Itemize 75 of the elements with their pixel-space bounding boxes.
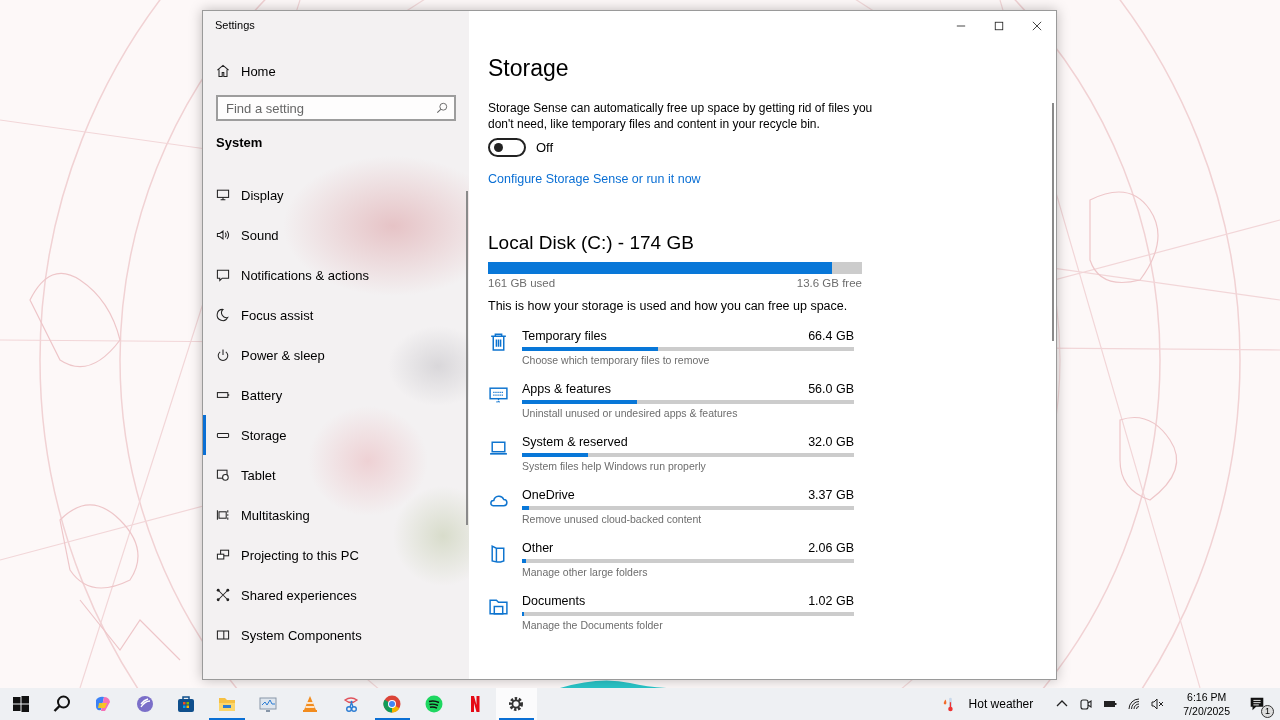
browser-icon	[382, 694, 403, 714]
moon-icon	[215, 307, 231, 323]
music-app-icon	[423, 694, 444, 714]
weather-label[interactable]: Hot weather	[968, 697, 1034, 711]
used-label: 161 GB used	[488, 277, 556, 289]
configure-link[interactable]: Configure Storage Sense or run it now	[488, 172, 701, 186]
camera-icon[interactable]	[1079, 697, 1094, 711]
disk-title: Local Disk (C:) - 174 GB	[488, 232, 695, 254]
keyboard-monitor-icon	[488, 384, 509, 405]
share-icon	[215, 587, 231, 603]
taskbar-button[interactable]	[495, 688, 537, 720]
description: Storage Sense can automatically free up space by getting rid of files you don't need, like temporary files and content in your recycle bin.	[488, 100, 873, 132]
nav-item[interactable]: Notifications & actions	[203, 255, 469, 295]
nav-item[interactable]: System Components	[203, 615, 469, 655]
search-icon	[51, 694, 72, 714]
free-label: 13.6 GB free	[796, 277, 862, 289]
nav-item[interactable]: Tablet	[203, 455, 469, 495]
scrollbar[interactable]	[1052, 103, 1054, 341]
wifi-icon[interactable]	[1127, 697, 1142, 711]
monitor-icon	[215, 187, 231, 203]
folder-icon	[488, 596, 509, 617]
category-name[interactable]: Apps & features	[522, 382, 611, 396]
category-hint: Manage other large folders	[522, 566, 649, 578]
nav-item[interactable]: Projecting to this PC	[203, 535, 469, 575]
scrollbar[interactable]	[466, 191, 468, 525]
notification-badge: 1	[1261, 705, 1274, 718]
nav-item[interactable]: Focus assist	[203, 295, 469, 335]
maximize-icon[interactable]	[994, 21, 1004, 31]
component-icon	[215, 627, 231, 643]
nav-item[interactable]: Shared experiences	[203, 575, 469, 615]
category-size: 3.37 GB	[808, 488, 854, 502]
power-icon	[215, 347, 231, 363]
nav-item[interactable]: Sound	[203, 215, 469, 255]
nav-item[interactable]: Display	[203, 175, 469, 215]
category-size: 56.0 GB	[808, 382, 854, 396]
clock[interactable]: 6:16 PM 7/20/2025	[1183, 690, 1230, 718]
store-bag-icon	[175, 694, 196, 714]
nav-item[interactable]: Power & sleep	[203, 335, 469, 375]
start-icon	[10, 694, 31, 714]
category-size: 66.4 GB	[808, 329, 854, 343]
category-name[interactable]: Documents	[522, 594, 586, 608]
category-hint: Manage the Documents folder	[522, 619, 664, 631]
muted-speaker-icon[interactable]	[1151, 697, 1166, 711]
home-link[interactable]: Home	[215, 53, 276, 89]
monitor-chart-icon	[258, 694, 279, 714]
speaker-icon	[215, 227, 231, 243]
search-field[interactable]: Find a setting	[216, 95, 456, 121]
category-hint: Remove unused cloud-backed content	[522, 513, 703, 525]
projector-icon	[215, 547, 231, 563]
nav-item[interactable]: Multitasking	[203, 495, 469, 535]
section-heading: System	[216, 135, 263, 152]
multitasking-icon	[215, 507, 231, 523]
category-name[interactable]: Temporary files	[522, 329, 607, 343]
window-title: Settings	[214, 18, 256, 33]
home-icon	[215, 63, 231, 79]
trash-icon	[488, 331, 509, 352]
category-name[interactable]: Other	[522, 541, 554, 555]
intro-text: This is how your storage is used and how you can free up space.	[488, 299, 849, 313]
speech-bubble-icon	[215, 267, 231, 283]
tablet-icon	[215, 467, 231, 483]
close-icon[interactable]	[1032, 21, 1042, 31]
torrent-app-icon	[134, 694, 155, 714]
category-hint: Uninstall unused or undesired apps & features	[522, 407, 739, 419]
page-title: Storage	[488, 55, 570, 82]
category-name[interactable]: OneDrive	[522, 488, 575, 502]
category-name[interactable]: System & reserved	[522, 435, 628, 449]
category-size: 2.06 GB	[808, 541, 854, 555]
nav-item[interactable]: Battery	[203, 375, 469, 415]
category-size: 1.02 GB	[808, 594, 854, 608]
category-hint: System files help Windows run properly	[522, 460, 707, 472]
category-size: 32.0 GB	[808, 435, 854, 449]
toggle-label: Off	[536, 140, 554, 155]
toggle-switch[interactable]	[488, 138, 526, 157]
search-icon	[436, 102, 448, 114]
category-hint: Choose which temporary files to remove	[522, 354, 711, 366]
